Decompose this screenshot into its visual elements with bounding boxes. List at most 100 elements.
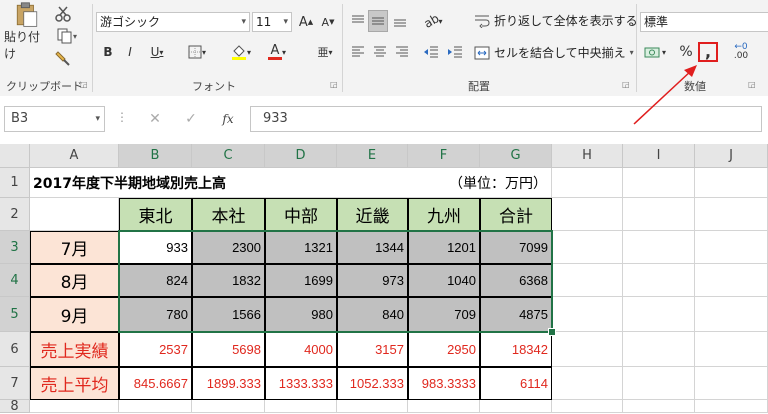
cell[interactable] bbox=[552, 332, 623, 367]
data-cell[interactable]: 780 bbox=[119, 297, 192, 332]
font-size-combo[interactable]: 11 ▾ bbox=[252, 12, 292, 32]
dialog-launcher-icon[interactable]: ◲ bbox=[748, 80, 756, 89]
cell[interactable] bbox=[552, 231, 623, 264]
insert-function-button[interactable]: fx bbox=[216, 108, 240, 130]
merge-center-button[interactable]: セルを結合して中央揃え ▾ bbox=[474, 44, 634, 61]
cell[interactable] bbox=[192, 400, 265, 413]
cut-button[interactable] bbox=[52, 4, 74, 24]
sheet-title[interactable]: 2017年度下半期地域別売上高 bbox=[30, 168, 408, 198]
cell[interactable] bbox=[337, 400, 408, 413]
align-middle-button[interactable] bbox=[368, 10, 388, 32]
total-cell[interactable]: 2537 bbox=[119, 332, 192, 367]
borders-button[interactable]: ▾ bbox=[182, 42, 212, 62]
region-header[interactable]: 中部 bbox=[265, 198, 337, 231]
column-header-H[interactable]: H bbox=[552, 144, 623, 168]
data-cell[interactable]: 2300 bbox=[192, 231, 265, 264]
formula-grip-icon[interactable]: ⋮ bbox=[116, 110, 128, 124]
data-cell[interactable]: 933 bbox=[119, 231, 192, 264]
cell[interactable] bbox=[408, 400, 480, 413]
column-header-J[interactable]: J bbox=[695, 144, 768, 168]
data-cell[interactable]: 1040 bbox=[408, 264, 480, 297]
region-header[interactable]: 合計 bbox=[480, 198, 552, 231]
row-header-3[interactable]: 3 bbox=[0, 231, 30, 264]
copy-button[interactable]: ▾ bbox=[52, 26, 82, 46]
total-cell[interactable]: 3157 bbox=[337, 332, 408, 367]
select-all-button[interactable] bbox=[0, 144, 30, 168]
data-cell[interactable]: 1566 bbox=[192, 297, 265, 332]
column-header-A[interactable]: A bbox=[30, 144, 119, 168]
total-cell[interactable]: 18342 bbox=[480, 332, 552, 367]
cell[interactable] bbox=[552, 367, 623, 400]
cell[interactable] bbox=[623, 297, 695, 332]
confirm-entry-button[interactable]: ✓ bbox=[180, 108, 202, 130]
row-header-7[interactable]: 7 bbox=[0, 367, 30, 400]
unit-label[interactable]: （単位：万円） bbox=[408, 168, 552, 198]
average-cell[interactable]: 983.3333 bbox=[408, 367, 480, 400]
cell[interactable] bbox=[552, 264, 623, 297]
row-header-6[interactable]: 6 bbox=[0, 332, 30, 367]
cell[interactable] bbox=[695, 231, 768, 264]
column-header-I[interactable]: I bbox=[623, 144, 695, 168]
row-header-1[interactable]: 1 bbox=[0, 168, 30, 198]
name-box[interactable]: B3 ▾ bbox=[4, 106, 105, 132]
number-format-combo[interactable]: 標準 bbox=[640, 12, 768, 32]
data-cell[interactable]: 6368 bbox=[480, 264, 552, 297]
data-cell[interactable]: 7099 bbox=[480, 231, 552, 264]
grow-font-button[interactable]: A ▲ bbox=[296, 12, 316, 32]
format-painter-button[interactable] bbox=[52, 48, 74, 68]
column-header-D[interactable]: D bbox=[265, 144, 337, 168]
cell[interactable] bbox=[623, 367, 695, 400]
data-cell[interactable]: 1699 bbox=[265, 264, 337, 297]
data-cell[interactable]: 1344 bbox=[337, 231, 408, 264]
total-label[interactable]: 売上実績 bbox=[30, 332, 119, 367]
align-left-button[interactable] bbox=[348, 42, 368, 62]
row-header-2[interactable]: 2 bbox=[0, 198, 30, 231]
fill-handle[interactable] bbox=[548, 328, 556, 336]
percent-button[interactable]: % bbox=[676, 42, 696, 62]
align-bottom-button[interactable] bbox=[390, 10, 410, 32]
cell[interactable] bbox=[30, 198, 119, 231]
cell[interactable] bbox=[30, 400, 119, 413]
average-cell[interactable]: 1899.333 bbox=[192, 367, 265, 400]
font-color-button[interactable]: A ▾ bbox=[262, 42, 292, 62]
align-right-button[interactable] bbox=[392, 42, 412, 62]
average-cell[interactable]: 845.6667 bbox=[119, 367, 192, 400]
decrease-indent-button[interactable] bbox=[420, 42, 442, 62]
wrap-text-button[interactable]: 折り返して全体を表示する bbox=[474, 12, 638, 29]
orientation-button[interactable]: ab ▾ bbox=[418, 10, 448, 32]
italic-button[interactable]: I bbox=[120, 42, 140, 62]
total-cell[interactable]: 2950 bbox=[408, 332, 480, 367]
row-header-5[interactable]: 5 bbox=[0, 297, 30, 332]
dialog-launcher-icon[interactable]: ◲ bbox=[622, 80, 630, 89]
font-name-combo[interactable]: 游ゴシック ▾ bbox=[96, 12, 250, 32]
month-label[interactable]: 9月 bbox=[30, 297, 119, 332]
region-header[interactable]: 九州 bbox=[408, 198, 480, 231]
formula-input[interactable]: 933 bbox=[250, 106, 762, 132]
cell[interactable] bbox=[480, 400, 552, 413]
month-label[interactable]: 8月 bbox=[30, 264, 119, 297]
fill-color-button[interactable]: ▾ bbox=[226, 42, 256, 62]
row-header-4[interactable]: 4 bbox=[0, 264, 30, 297]
data-cell[interactable]: 824 bbox=[119, 264, 192, 297]
data-cell[interactable]: 973 bbox=[337, 264, 408, 297]
dialog-launcher-icon[interactable]: ◲ bbox=[80, 80, 88, 89]
data-cell[interactable]: 980 bbox=[265, 297, 337, 332]
cell[interactable] bbox=[623, 198, 695, 231]
average-label[interactable]: 売上平均 bbox=[30, 367, 119, 400]
align-top-button[interactable] bbox=[348, 10, 368, 32]
cell[interactable] bbox=[623, 332, 695, 367]
total-cell[interactable]: 5698 bbox=[192, 332, 265, 367]
total-cell[interactable]: 4000 bbox=[265, 332, 337, 367]
cell[interactable] bbox=[623, 264, 695, 297]
row-header-8[interactable]: 8 bbox=[0, 399, 30, 414]
cell[interactable] bbox=[695, 332, 768, 367]
currency-button[interactable]: ▾ bbox=[640, 42, 670, 62]
cell[interactable] bbox=[552, 198, 623, 231]
cell[interactable] bbox=[695, 264, 768, 297]
data-cell[interactable]: 840 bbox=[337, 297, 408, 332]
data-cell[interactable]: 4875 bbox=[480, 297, 552, 332]
average-cell[interactable]: 6114 bbox=[480, 367, 552, 400]
average-cell[interactable]: 1052.333 bbox=[337, 367, 408, 400]
cancel-entry-button[interactable]: ✕ bbox=[144, 108, 166, 130]
cell[interactable] bbox=[552, 168, 623, 198]
